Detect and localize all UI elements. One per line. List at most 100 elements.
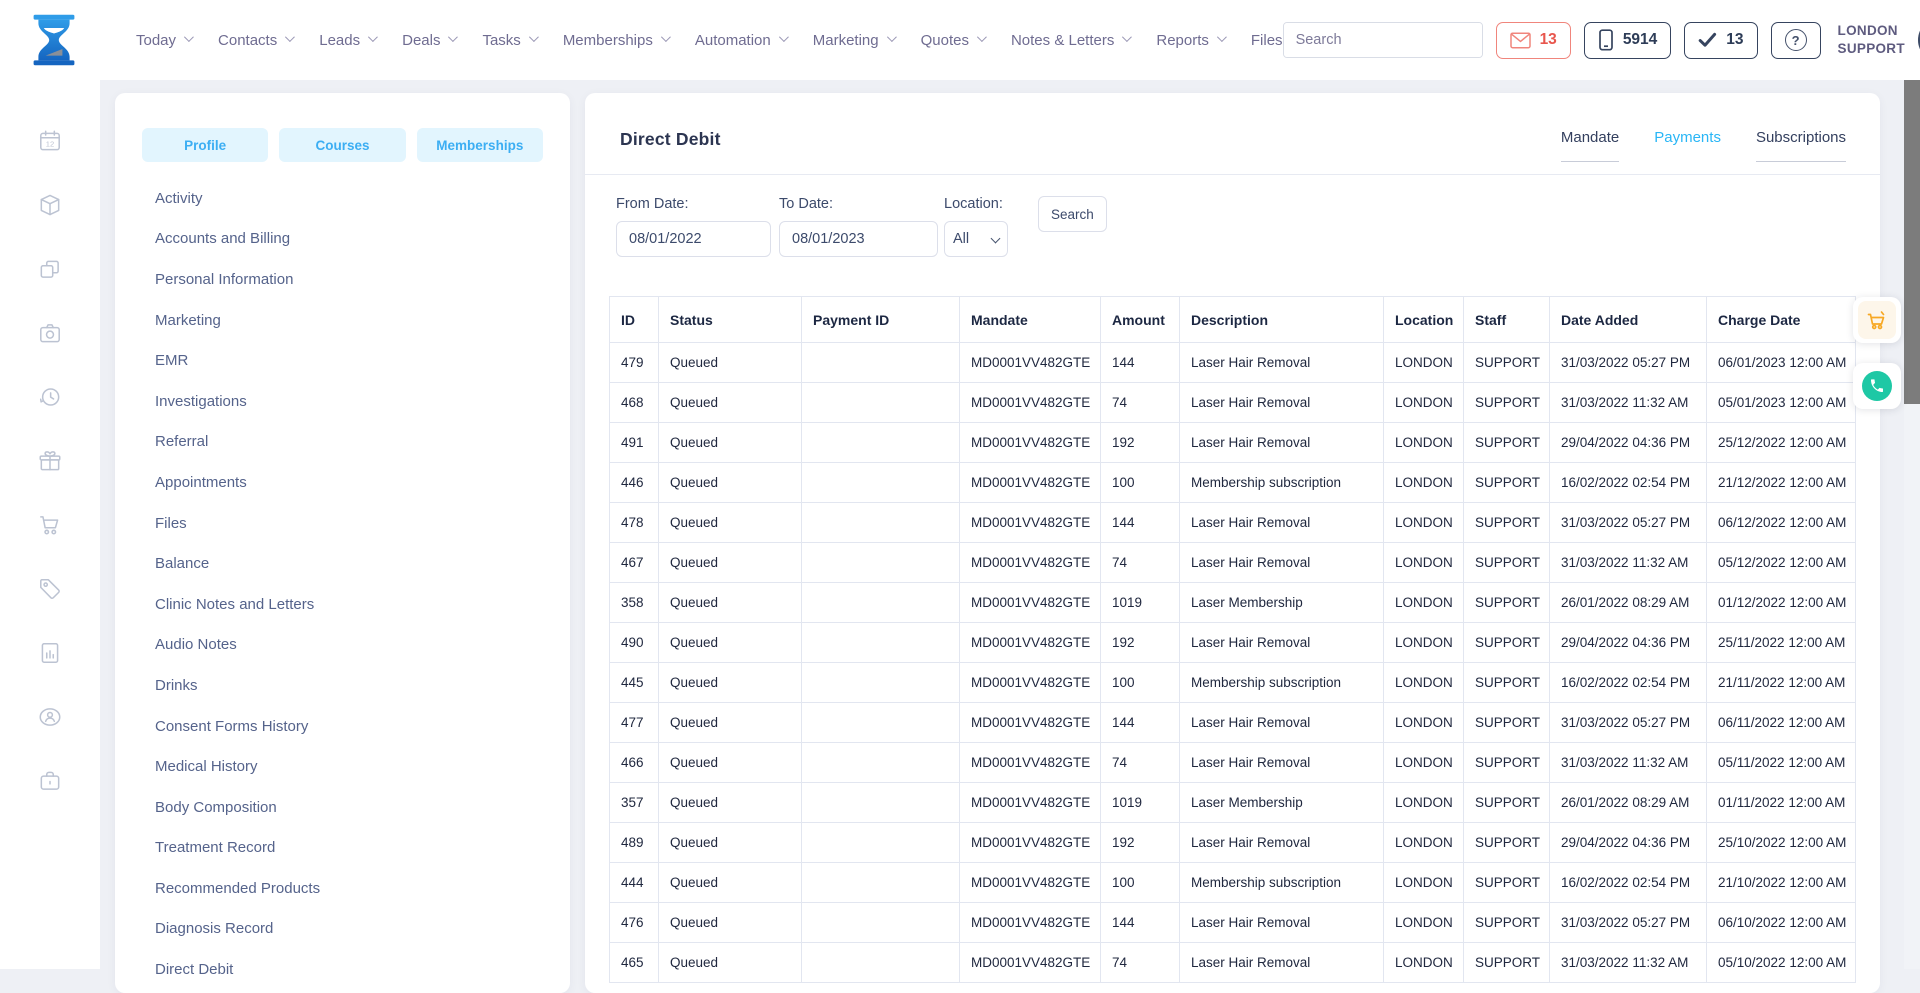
report-icon[interactable]: [37, 640, 63, 666]
table-row[interactable]: 491 Queued MD0001VV482GTE 192 Laser Hair…: [610, 423, 1856, 463]
copy-icon[interactable]: [37, 256, 63, 282]
history-icon[interactable]: [37, 384, 63, 410]
to-date-input[interactable]: [779, 221, 938, 257]
cell-staff: SUPPORT: [1464, 903, 1550, 943]
table-row[interactable]: 446 Queued MD0001VV482GTE 100 Membership…: [610, 463, 1856, 503]
patient-section-item[interactable]: Drinks: [115, 665, 570, 706]
table-body: 479 Queued MD0001VV482GTE 144 Laser Hair…: [610, 343, 1856, 983]
table-row[interactable]: 468 Queued MD0001VV482GTE 74 Laser Hair …: [610, 383, 1856, 423]
cell-id: 477: [610, 703, 659, 743]
patient-section-item[interactable]: EMR: [115, 340, 570, 381]
patient-section-item[interactable]: Consent Forms History: [115, 706, 570, 747]
patient-section-item[interactable]: Audio Notes: [115, 625, 570, 666]
price-tag-icon[interactable]: [37, 576, 63, 602]
table-row[interactable]: 358 Queued MD0001VV482GTE 1019 Laser Mem…: [610, 583, 1856, 623]
table-row[interactable]: 478 Queued MD0001VV482GTE 144 Laser Hair…: [610, 503, 1856, 543]
table-row[interactable]: 465 Queued MD0001VV482GTE 74 Laser Hair …: [610, 943, 1856, 983]
patient-section-item[interactable]: Accounts and Billing: [115, 219, 570, 260]
cart-fab-button[interactable]: [1853, 297, 1901, 343]
user-badge-icon[interactable]: [37, 704, 63, 730]
page-scrollbar-track[interactable]: [1904, 76, 1920, 969]
help-button[interactable]: ?: [1771, 22, 1821, 59]
tasks-done-badge[interactable]: 13: [1684, 22, 1757, 59]
patient-section-item[interactable]: Marketing: [115, 300, 570, 341]
tab-mandate[interactable]: Mandate: [1561, 129, 1619, 162]
package-icon[interactable]: [37, 192, 63, 218]
from-date-group: From Date:: [616, 196, 779, 257]
patient-section-item[interactable]: Body Composition: [115, 787, 570, 828]
nav-item[interactable]: Today: [136, 32, 191, 49]
sms-credit-badge[interactable]: 5914: [1584, 22, 1671, 59]
filter-search-button[interactable]: Search: [1038, 196, 1107, 232]
patient-section-item[interactable]: Referral: [115, 422, 570, 463]
table-row[interactable]: 489 Queued MD0001VV482GTE 192 Laser Hair…: [610, 823, 1856, 863]
nav-item[interactable]: Quotes: [921, 32, 984, 49]
chevron-down-icon: [887, 32, 897, 42]
table-row[interactable]: 444 Queued MD0001VV482GTE 100 Membership…: [610, 863, 1856, 903]
cell-payment-id: [802, 383, 960, 423]
mail-notifications-badge[interactable]: 13: [1496, 22, 1571, 59]
cell-mandate: MD0001VV482GTE: [960, 783, 1101, 823]
location-select[interactable]: All: [944, 221, 1008, 257]
camera-icon[interactable]: [37, 320, 63, 346]
cell-date-added: 31/03/2022 05:27 PM: [1550, 503, 1707, 543]
patient-section-item[interactable]: Clinic Notes and Letters: [115, 584, 570, 625]
nav-item[interactable]: Leads: [319, 32, 375, 49]
nav-item[interactable]: Memberships: [563, 32, 668, 49]
patient-tab[interactable]: Profile: [142, 128, 268, 162]
app-logo-hourglass-icon[interactable]: [30, 12, 78, 68]
patient-section-item[interactable]: Files: [115, 503, 570, 544]
tab-payments[interactable]: Payments: [1654, 129, 1721, 162]
patient-tab[interactable]: Courses: [279, 128, 405, 162]
patient-section-item[interactable]: Treatment Record: [115, 828, 570, 869]
briefcase-icon[interactable]: [37, 768, 63, 794]
patient-section-item[interactable]: Activity: [115, 178, 570, 219]
patient-tab[interactable]: Memberships: [417, 128, 543, 162]
nav-item[interactable]: Deals: [402, 32, 455, 49]
patient-section-item[interactable]: Direct Debit: [115, 949, 570, 990]
cell-date-added: 31/03/2022 11:32 AM: [1550, 383, 1707, 423]
patient-section-item[interactable]: Balance: [115, 543, 570, 584]
patient-section-item[interactable]: Personal Information: [115, 259, 570, 300]
nav-item[interactable]: Notes & Letters: [1011, 32, 1129, 49]
table-row[interactable]: 466 Queued MD0001VV482GTE 74 Laser Hair …: [610, 743, 1856, 783]
nav-item[interactable]: Reports: [1156, 32, 1224, 49]
patient-section-item[interactable]: Medical History: [115, 746, 570, 787]
nav-item[interactable]: Marketing: [813, 32, 894, 49]
cell-location: LONDON: [1384, 583, 1464, 623]
cell-mandate: MD0001VV482GTE: [960, 383, 1101, 423]
table-row[interactable]: 490 Queued MD0001VV482GTE 192 Laser Hair…: [610, 623, 1856, 663]
table-row[interactable]: 467 Queued MD0001VV482GTE 74 Laser Hair …: [610, 543, 1856, 583]
gift-icon[interactable]: [37, 448, 63, 474]
nav-item[interactable]: Automation: [695, 32, 786, 49]
nav-right-cluster: 13 5914 13 ? LONDON SUPPORT: [1283, 17, 1920, 63]
phone-fab-button[interactable]: [1853, 363, 1901, 409]
nav-item[interactable]: Contacts: [218, 32, 292, 49]
cell-staff: SUPPORT: [1464, 743, 1550, 783]
calendar-icon[interactable]: 12: [37, 128, 63, 154]
cell-status: Queued: [659, 863, 802, 903]
from-date-input[interactable]: [616, 221, 771, 257]
table-row[interactable]: 477 Queued MD0001VV482GTE 144 Laser Hair…: [610, 703, 1856, 743]
patient-section-item[interactable]: Diagnosis Record: [115, 909, 570, 950]
table-row[interactable]: 479 Queued MD0001VV482GTE 144 Laser Hair…: [610, 343, 1856, 383]
tab-subscriptions[interactable]: Subscriptions: [1756, 129, 1846, 162]
patient-section-item[interactable]: Investigations: [115, 381, 570, 422]
patient-section-item[interactable]: Appointments: [115, 462, 570, 503]
search-input[interactable]: [1284, 23, 1483, 57]
cell-charge-date: 21/11/2022 12:00 AM: [1707, 663, 1856, 703]
page-scrollbar-thumb[interactable]: [1904, 77, 1920, 404]
cell-status: Queued: [659, 943, 802, 983]
table-header-row: IDStatusPayment IDMandateAmountDescripti…: [610, 297, 1856, 343]
chevron-down-icon: [184, 32, 194, 42]
cell-mandate: MD0001VV482GTE: [960, 503, 1101, 543]
cell-staff: SUPPORT: [1464, 623, 1550, 663]
table-row[interactable]: 445 Queued MD0001VV482GTE 100 Membership…: [610, 663, 1856, 703]
table-row[interactable]: 357 Queued MD0001VV482GTE 1019 Laser Mem…: [610, 783, 1856, 823]
nav-item[interactable]: Tasks: [482, 32, 535, 49]
patient-section-item[interactable]: Recommended Products: [115, 868, 570, 909]
cell-payment-id: [802, 943, 960, 983]
nav-item[interactable]: Files: [1251, 32, 1283, 49]
cart-icon[interactable]: [37, 512, 63, 538]
table-row[interactable]: 476 Queued MD0001VV482GTE 144 Laser Hair…: [610, 903, 1856, 943]
